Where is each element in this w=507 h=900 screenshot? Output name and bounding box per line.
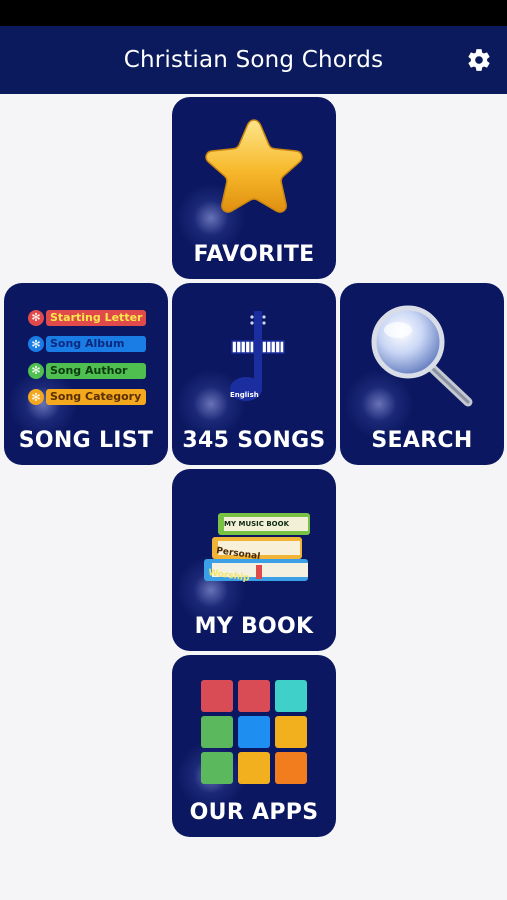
star-icon [205,119,303,213]
app-grid-cell [238,752,270,784]
app-grid-cell [275,680,307,712]
app-grid-cell [238,716,270,748]
songs-count-label: 345 SONGS [182,428,326,453]
status-bar [0,0,507,26]
favorite-label: FAVORITE [193,242,315,267]
legend-item: ✻ Starting Letter [28,309,146,326]
flower-icon: ✻ [28,336,44,353]
our-apps-label: OUR APPS [189,800,319,825]
flower-icon: ✻ [28,389,44,406]
search-tile[interactable]: SEARCH [340,283,504,465]
legend-item: ✻ Song Category [28,389,146,406]
legend-label: Starting Letter [46,309,146,326]
song-list-tile[interactable]: ✻ Starting Letter ✻ Song Album ✻ Song Au… [4,283,168,465]
guitar-music-note-icon [230,311,285,401]
books-icon: Worship Personal MY MUSIC BOOK [204,513,310,584]
app-grid-cell [238,680,270,712]
my-book-tile[interactable]: Worship Personal MY MUSIC BOOK MY BOOK [172,469,336,651]
song-list-label: SONG LIST [18,428,154,453]
language-badge: English [230,391,259,399]
flower-icon: ✻ [28,362,44,379]
settings-button[interactable] [463,44,495,76]
app-grid-cell [201,680,233,712]
app-grid-cell [201,716,233,748]
app-grid-icon [201,680,307,784]
navigation-bar: Christian Song Chords [0,26,507,94]
gear-icon [468,49,490,71]
legend-item: ✻ Song Author [28,362,146,379]
app-grid-cell [275,716,307,748]
app-title: Christian Song Chords [123,47,384,73]
legend-label: Song Album [46,336,146,353]
favorite-tile[interactable]: FAVORITE [172,97,336,279]
app-grid-cell [275,752,307,784]
search-label: SEARCH [371,428,473,453]
book-title: MY MUSIC BOOK [224,520,290,528]
list-icon: ✻ Starting Letter ✻ Song Album ✻ Song Au… [28,309,146,415]
legend-label: Song Category [46,389,146,406]
app-grid-cell [201,752,233,784]
songs-tile[interactable]: English 345 SONGS [172,283,336,465]
my-book-label: MY BOOK [194,614,314,639]
our-apps-tile[interactable]: OUR APPS [172,655,336,837]
magnifier-icon [371,305,473,407]
legend-item: ✻ Song Album [28,336,146,353]
legend-label: Song Author [46,362,146,379]
flower-icon: ✻ [28,309,44,326]
